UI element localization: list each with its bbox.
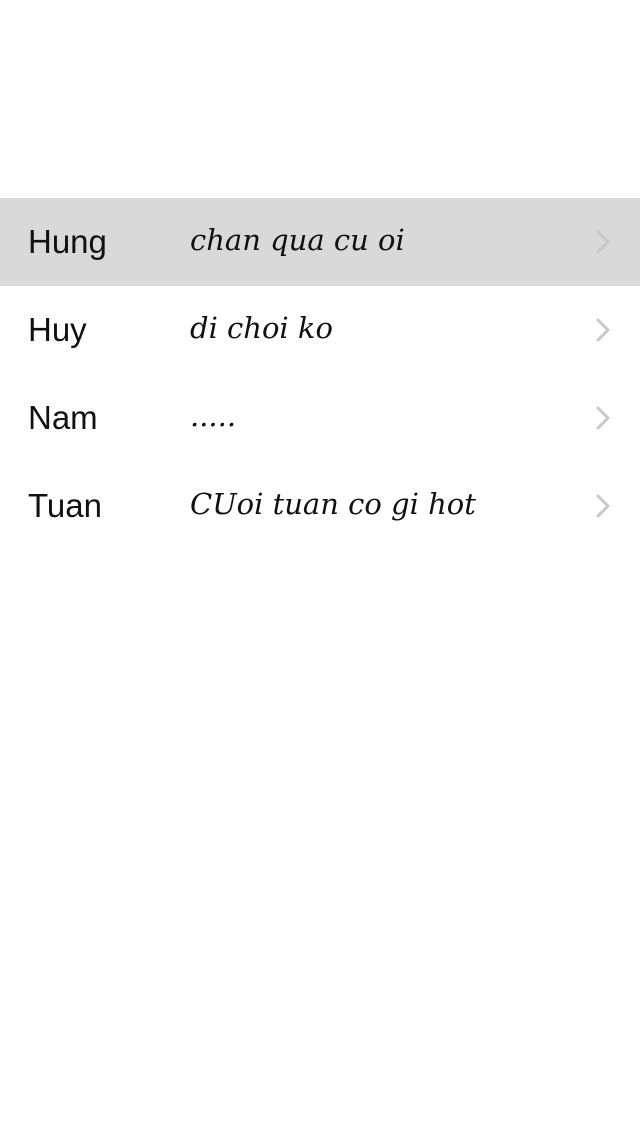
contact-message: di choi ko [190,311,333,345]
list-item[interactable]: Tuan CUoi tuan co gi hot [0,462,640,550]
chevron-right-icon [596,494,610,518]
list-item[interactable]: Nam ..... [0,374,640,462]
chevron-right-icon [596,318,610,342]
contact-name: Huy [28,311,87,348]
chevron-right-icon [596,230,610,254]
contact-list: Hung chan qua cu oi Huy di choi ko Nam .… [0,198,640,550]
contact-name: Hung [28,223,107,260]
chevron-right-icon [596,406,610,430]
list-item[interactable]: Huy di choi ko [0,286,640,374]
list-item[interactable]: Hung chan qua cu oi [0,198,640,286]
contact-message: ..... [190,399,237,433]
contact-name: Tuan [28,487,102,524]
contact-message: CUoi tuan co gi hot [190,487,476,521]
contact-name: Nam [28,399,98,436]
contact-message: chan qua cu oi [190,223,405,257]
